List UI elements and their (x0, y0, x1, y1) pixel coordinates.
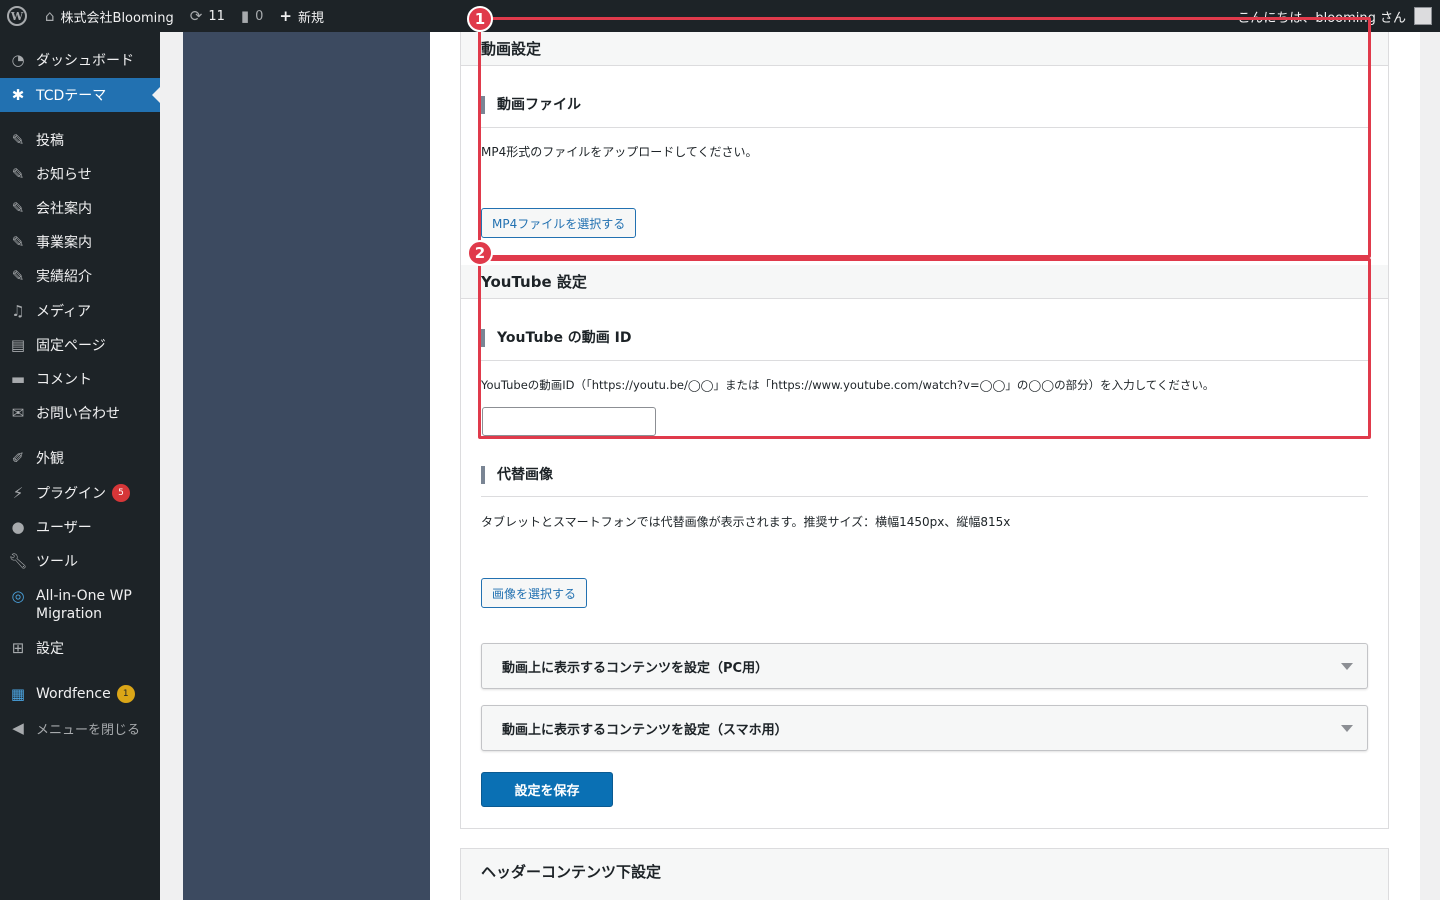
comments-count: 0 (255, 8, 264, 24)
sidebar-item-tools[interactable]: 🔧︎ ツール (0, 544, 160, 578)
home-icon: ⌂ (45, 7, 55, 25)
alt-image-heading: 代替画像 (481, 466, 553, 484)
sidebar-item-migration[interactable]: ◎ All-in-One WP Migration (0, 583, 160, 627)
sidebar-item-label: TCDテーマ (36, 88, 107, 104)
sidebar-item-contact[interactable]: ✉ お問い合わせ (0, 396, 160, 430)
sidebar-item-works[interactable]: ✎ 実績紹介 (0, 259, 160, 293)
sidebar-item-label: All-in-One WP Migration (36, 587, 132, 623)
accordion-sp-content[interactable]: 動画上に表示するコンテンツを設定（スマホ用） (481, 705, 1368, 751)
migration-icon: ◎ (11, 587, 25, 605)
comment-bubble-icon: ▮ (240, 7, 250, 25)
comments-link[interactable]: ▮ 0 (233, 0, 272, 32)
updates-link[interactable]: ⟳ 11 (182, 0, 233, 32)
settings-icon: ⊞ (11, 639, 25, 657)
sidebar-item-label: Wordfence (36, 686, 111, 702)
pin-icon: ✎ (11, 199, 25, 217)
sidebar-item-label: ダッシュボード (36, 53, 134, 69)
sidebar-item-posts[interactable]: ✎ 投稿 (0, 123, 160, 157)
pin-icon: ✎ (11, 165, 25, 183)
updates-count: 11 (208, 8, 225, 24)
sidebar-item-label: メディア (36, 304, 92, 320)
annotation-box-2 (478, 258, 1371, 439)
migration-label-line2: Migration (36, 606, 103, 622)
page-icon: ▤ (10, 336, 26, 354)
sidebar-item-wordfence[interactable]: ▦ Wordfence 1 (0, 677, 160, 711)
sidebar-item-label: お問い合わせ (36, 406, 120, 422)
right-gutter (1420, 32, 1440, 900)
sidebar-item-pages[interactable]: ▤ 固定ページ (0, 328, 160, 362)
sidebar-item-company[interactable]: ✎ 会社案内 (0, 191, 160, 225)
sidebar-item-label: ツール (36, 554, 78, 570)
collapse-menu-button[interactable]: ◀ メニューを閉じる (0, 711, 160, 745)
sidebar-item-news[interactable]: ✎ お知らせ (0, 157, 160, 191)
sidebar-item-label: 固定ページ (36, 338, 106, 354)
wordfence-icon: ▦ (10, 685, 26, 703)
sidebar-item-label: 設定 (36, 641, 64, 657)
site-name-link[interactable]: ⌂ 株式会社Blooming (35, 0, 182, 32)
chevron-down-icon (1341, 663, 1353, 670)
admin-sidebar: ◔ ダッシュボード ✱ TCDテーマ ✎ 投稿 ✎ お知らせ ✎ 会社案内 ✎ … (0, 32, 160, 900)
sidebar-item-dashboard[interactable]: ◔ ダッシュボード (0, 43, 160, 77)
sidebar-item-label: 投稿 (36, 133, 64, 149)
migration-label-line1: All-in-One WP (36, 588, 132, 604)
plugin-update-badge: 5 (112, 484, 130, 502)
save-settings-button[interactable]: 設定を保存 (481, 772, 613, 807)
sidebar-item-media[interactable]: ♫ メディア (0, 294, 160, 328)
user-icon: ● (11, 518, 25, 536)
sidebar-item-plugins[interactable]: ⚡ プラグイン 5 (0, 476, 160, 510)
sidebar-item-users[interactable]: ● ユーザー (0, 510, 160, 544)
plugin-icon: ⚡ (12, 484, 24, 502)
sidebar-item-comments[interactable]: ▬ コメント (0, 362, 160, 396)
sidebar-item-label: 実績紹介 (36, 269, 92, 285)
sidebar-item-label: メニューを閉じる (36, 722, 141, 738)
updates-icon: ⟳ (189, 7, 203, 25)
chevron-down-icon (1341, 725, 1353, 732)
wordfence-badge: 1 (116, 685, 135, 703)
wordpress-logo-icon: W (7, 6, 27, 26)
theme-options-nav (183, 32, 430, 900)
sidebar-item-appearance[interactable]: ✐ 外観 (0, 441, 160, 475)
sidebar-item-label: お知らせ (36, 167, 92, 183)
new-label: 新規 (298, 10, 325, 26)
plus-icon: + (279, 7, 292, 25)
wp-logo-menu[interactable]: W (0, 0, 35, 32)
dashboard-icon: ◔ (11, 51, 25, 69)
alt-image-description: タブレットとスマートフォンでは代替画像が表示されます。推奨サイズ：横幅1450p… (481, 515, 1011, 529)
mail-icon: ✉ (11, 404, 25, 422)
pin-icon: ✎ (11, 233, 25, 251)
new-content-link[interactable]: + 新規 (271, 0, 332, 32)
sidebar-item-label: コメント (36, 372, 92, 388)
site-name: 株式会社Blooming (60, 10, 174, 26)
comment-icon: ▬ (10, 370, 26, 388)
accordion-pc-content[interactable]: 動画上に表示するコンテンツを設定（PC用） (481, 643, 1368, 689)
next-section-title: ヘッダーコンテンツ下設定 (481, 863, 662, 881)
pin-icon: ✎ (11, 131, 25, 149)
pin-icon: ✎ (11, 267, 25, 285)
brush-icon: ✐ (11, 449, 25, 467)
select-image-button[interactable]: 画像を選択する (481, 578, 588, 608)
sidebar-item-settings[interactable]: ⊞ 設定 (0, 631, 160, 665)
gear-icon: ✱ (11, 86, 25, 104)
avatar (1414, 7, 1432, 25)
sidebar-item-label: 会社案内 (36, 201, 92, 217)
wrench-icon: 🔧︎ (8, 552, 28, 570)
media-icon: ♫ (11, 302, 25, 320)
accordion-label: 動画上に表示するコンテンツを設定（PC用） (502, 660, 769, 676)
annotation-marker-1: 1 (467, 6, 493, 32)
sidebar-item-label: 事業案内 (36, 235, 92, 251)
divider (481, 496, 1368, 497)
annotation-box-1 (478, 17, 1371, 258)
sidebar-item-business[interactable]: ✎ 事業案内 (0, 225, 160, 259)
sidebar-item-label: 外観 (36, 451, 64, 467)
sidebar-item-label: プラグイン (36, 486, 106, 502)
collapse-icon: ◀ (12, 719, 24, 737)
accordion-label: 動画上に表示するコンテンツを設定（スマホ用） (502, 722, 788, 738)
sidebar-item-label: ユーザー (36, 520, 92, 536)
sidebar-item-tcd-theme[interactable]: ✱ TCDテーマ (0, 78, 160, 112)
annotation-marker-2: 2 (467, 240, 493, 266)
